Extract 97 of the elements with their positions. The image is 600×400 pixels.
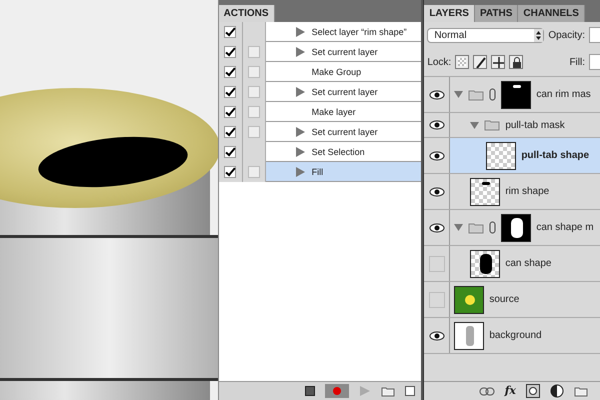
expand-triangle-icon[interactable] xyxy=(296,126,305,136)
action-step-label: Fill xyxy=(312,166,324,176)
dialog-toggle-box[interactable] xyxy=(248,166,260,178)
folder-icon[interactable] xyxy=(381,386,396,396)
action-step-label: Select layer “rim shape” xyxy=(312,26,407,36)
layer-row[interactable]: source xyxy=(450,282,600,317)
dialog-toggle-box[interactable] xyxy=(248,106,260,118)
layer-thumbnail xyxy=(470,250,500,278)
layer-row[interactable]: background xyxy=(450,318,600,353)
layer-row[interactable]: rim shape xyxy=(450,174,600,209)
layer-thumbnail xyxy=(470,178,500,206)
panel-tab[interactable]: ACTIONS xyxy=(218,5,275,22)
folder-icon xyxy=(468,222,484,234)
eye-icon[interactable] xyxy=(428,186,445,196)
expand-triangle-icon[interactable] xyxy=(454,223,464,232)
expand-triangle-icon[interactable] xyxy=(296,86,305,96)
layer-row[interactable]: can shape m xyxy=(450,210,600,245)
action-step-row[interactable]: Make Group xyxy=(266,62,422,82)
action-step-row[interactable]: Fill xyxy=(266,162,422,182)
action-step-label: Set current layer xyxy=(312,126,378,136)
expand-triangle-icon[interactable] xyxy=(296,46,305,56)
action-step-label: Make layer xyxy=(312,106,356,116)
action-step-row[interactable]: Set current layer xyxy=(266,122,422,142)
adjustment-icon[interactable] xyxy=(550,384,564,398)
layer-name: background xyxy=(489,330,542,341)
layer-name: pull-tab shape xyxy=(521,150,590,161)
layer-name: rim shape xyxy=(505,186,550,197)
eye-icon[interactable] xyxy=(428,120,445,130)
layer-name: can shape xyxy=(505,258,552,269)
fill-field[interactable] xyxy=(589,54,600,70)
action-step-label: Set current layer xyxy=(312,46,378,56)
eye-icon[interactable] xyxy=(428,330,445,340)
eye-icon[interactable] xyxy=(428,222,445,232)
layer-name: pull-tab mask xyxy=(505,120,565,130)
action-step-row[interactable]: Make layer xyxy=(266,102,422,122)
action-step-row[interactable]: Set current layer xyxy=(266,42,422,62)
action-step-label: Set Selection xyxy=(312,146,365,156)
action-step-label: Make Group xyxy=(312,66,362,76)
eye-icon[interactable] xyxy=(428,90,445,100)
layer-row[interactable]: pull-tab mask xyxy=(450,113,600,137)
layer-style-button[interactable]: fx xyxy=(504,385,516,397)
eye-icon[interactable] xyxy=(428,150,445,160)
toggle-checkbox[interactable] xyxy=(224,86,236,98)
toggle-checkbox[interactable] xyxy=(224,46,236,58)
layer-row[interactable]: can rim mas xyxy=(450,77,600,112)
panel-tab[interactable]: CHANNELS xyxy=(518,5,585,22)
mask-icon[interactable] xyxy=(526,384,540,398)
expand-triangle-icon[interactable] xyxy=(296,146,305,156)
layer-thumbnail xyxy=(486,142,516,170)
link-icon[interactable] xyxy=(478,386,495,396)
link-icon[interactable] xyxy=(489,88,496,101)
lock-icon[interactable] xyxy=(509,55,524,69)
toggle-checkbox[interactable] xyxy=(224,126,236,138)
toggle-checkbox[interactable] xyxy=(224,106,236,118)
layer-name: source xyxy=(489,294,520,305)
panel-tab[interactable]: LAYERS xyxy=(424,5,475,22)
brush-icon[interactable] xyxy=(473,55,488,69)
panel-tab[interactable]: PATHS xyxy=(474,5,518,22)
folder-icon xyxy=(468,88,484,100)
dialog-toggle-cell[interactable] xyxy=(242,162,266,182)
toggle-checkbox[interactable] xyxy=(224,146,236,158)
expand-triangle-icon[interactable] xyxy=(454,90,464,99)
layer-name: can rim mas xyxy=(536,89,591,100)
opacity-field[interactable] xyxy=(589,27,600,43)
dialog-toggle-box[interactable] xyxy=(248,66,260,78)
opacity-label: Opacity: xyxy=(548,30,585,40)
dialog-toggle-box[interactable] xyxy=(248,46,260,58)
layer-row[interactable]: can shape xyxy=(450,246,600,281)
toggle-checkbox[interactable] xyxy=(224,26,236,38)
folder-icon xyxy=(484,119,500,131)
stop-icon[interactable] xyxy=(305,386,316,396)
action-step-row[interactable]: Select layer “rim shape” xyxy=(266,22,422,42)
action-step-label: Set current layer xyxy=(312,86,378,96)
toggle-checkbox[interactable] xyxy=(224,166,236,178)
expand-triangle-icon[interactable] xyxy=(470,120,480,130)
expand-triangle-icon[interactable] xyxy=(296,26,305,36)
layer-row[interactable]: pull-tab shape xyxy=(450,138,600,173)
layer-thumbnail xyxy=(454,286,484,314)
lock-transparency-icon[interactable] xyxy=(455,55,470,69)
layer-thumbnail xyxy=(454,322,484,350)
mask-thumbnail xyxy=(501,214,532,242)
folder-icon[interactable] xyxy=(574,386,588,396)
record-button[interactable] xyxy=(325,384,350,398)
mask-thumbnail xyxy=(501,80,532,108)
blend-mode-dropdown[interactable]: Normal xyxy=(427,28,544,42)
link-icon[interactable] xyxy=(489,221,496,234)
fill-label: Fill: xyxy=(569,56,585,68)
toggle-checkbox[interactable] xyxy=(224,66,236,78)
dialog-toggle-box[interactable] xyxy=(248,86,260,98)
lock-label: Lock: xyxy=(427,56,452,68)
move-icon[interactable] xyxy=(491,55,506,69)
dialog-toggle-box[interactable] xyxy=(248,126,260,138)
stepper-arrows-icon xyxy=(534,28,544,42)
layer-name: can shape m xyxy=(536,222,594,233)
new-item-icon[interactable] xyxy=(405,386,416,396)
action-step-row[interactable]: Set current layer xyxy=(266,82,422,102)
expand-triangle-icon[interactable] xyxy=(296,166,305,176)
